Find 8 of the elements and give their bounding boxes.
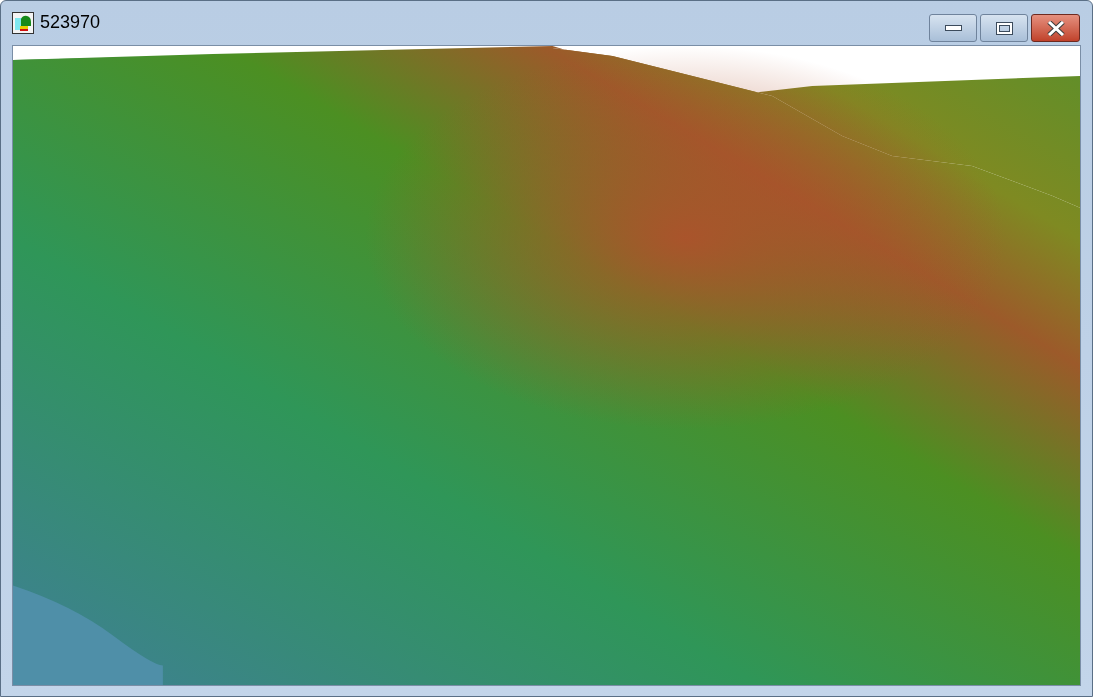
- close-icon: [1046, 20, 1065, 36]
- close-button[interactable]: [1031, 14, 1080, 42]
- maximize-icon: [995, 21, 1013, 35]
- minimize-icon: [944, 25, 962, 31]
- app-icon: [12, 11, 34, 34]
- maximize-button[interactable]: [980, 14, 1028, 42]
- minimize-button[interactable]: [929, 14, 977, 42]
- window-title: 523970: [40, 11, 101, 35]
